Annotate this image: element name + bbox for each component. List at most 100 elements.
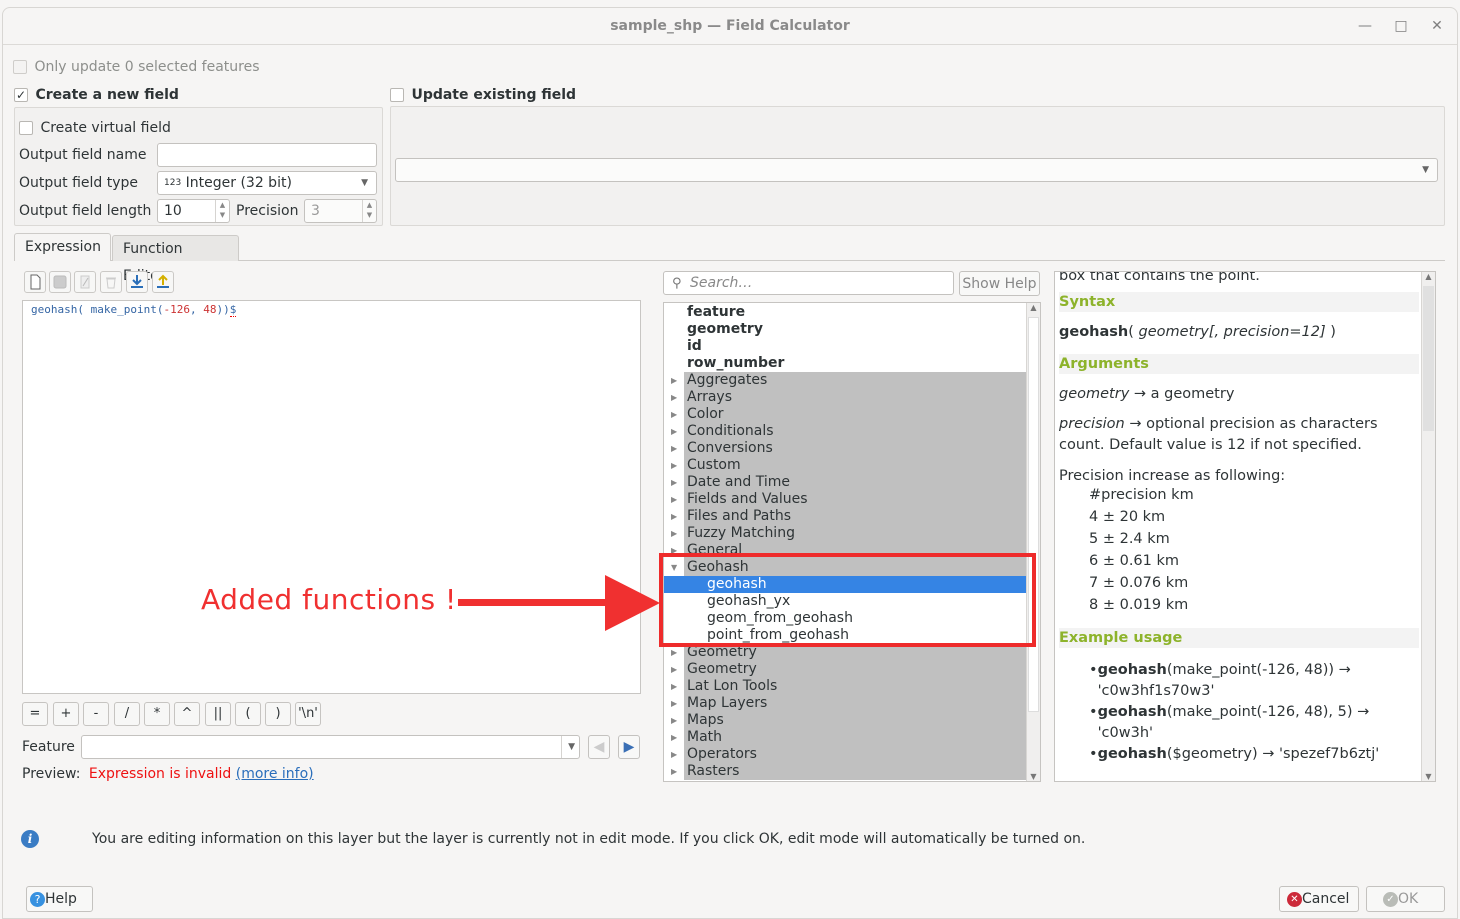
help-syntax-heading: Syntax	[1059, 292, 1419, 312]
show-help-button[interactable]: Show Help	[959, 271, 1040, 296]
tree-item-id[interactable]: id	[664, 338, 1027, 355]
tree-group[interactable]: ▶ Files and Paths	[664, 508, 1027, 525]
maximize-button[interactable]: □	[1391, 16, 1411, 36]
expand-right-icon[interactable]: ▶	[671, 729, 677, 746]
operator-button-newline[interactable]: '\n'	[295, 702, 321, 726]
tab-expression[interactable]: Expression	[14, 233, 111, 261]
operator-button-close-paren[interactable]: )	[265, 702, 291, 726]
precision-spinbox[interactable]: 3 ▲ ▼	[304, 199, 377, 223]
expand-right-icon[interactable]: ▶	[671, 525, 677, 542]
expand-right-icon[interactable]: ▶	[671, 763, 677, 780]
create-virtual-checkbox[interactable]	[19, 121, 33, 135]
expand-right-icon[interactable]: ▶	[671, 678, 677, 695]
scroll-down-icon[interactable]: ▼	[1027, 772, 1040, 781]
feature-select[interactable]: ▼	[81, 735, 580, 759]
help-precision-intro: Precision increase as following:	[1059, 468, 1286, 484]
tree-group[interactable]: ▶ Math	[664, 729, 1027, 746]
expand-right-icon[interactable]: ▶	[671, 440, 677, 457]
expand-right-icon[interactable]: ▶	[671, 661, 677, 678]
import-button[interactable]	[126, 271, 148, 293]
update-existing-field-checkbox[interactable]	[390, 88, 404, 102]
expand-right-icon[interactable]: ▶	[671, 695, 677, 712]
tree-group[interactable]: ▶ Fields and Values	[664, 491, 1027, 508]
operator-button-divide[interactable]: /	[114, 702, 140, 726]
tree-group[interactable]: ▶ Maps	[664, 712, 1027, 729]
tree-item-geometry[interactable]: geometry	[664, 321, 1027, 338]
operator-button-equals[interactable]: =	[22, 702, 48, 726]
operator-button-minus[interactable]: -	[83, 702, 109, 726]
help-content: box that contains the point. Syntax geoh…	[1059, 272, 1419, 765]
expand-right-icon[interactable]: ▶	[671, 457, 677, 474]
tree-group[interactable]: ▶ Geometry	[664, 661, 1027, 678]
help-button[interactable]: ? Help	[26, 886, 93, 912]
expand-right-icon[interactable]: ▶	[671, 712, 677, 729]
tree-item-row-number[interactable]: row_number	[664, 355, 1027, 372]
tab-function-editor[interactable]: Function Editor	[112, 235, 239, 284]
tree-item-label: Rasters	[687, 763, 740, 779]
create-virtual-row[interactable]: Create virtual field	[19, 120, 171, 136]
expand-right-icon[interactable]: ▶	[671, 423, 677, 440]
operator-button-concat[interactable]: ||	[205, 702, 231, 726]
cancel-button[interactable]: ✕ Cancel	[1279, 886, 1359, 912]
update-existing-field-row[interactable]: Update existing field	[390, 87, 576, 103]
create-new-field-row[interactable]: ✓ Create a new field	[14, 87, 179, 103]
function-search-input[interactable]: ⚲ Search…	[663, 271, 954, 295]
tree-group[interactable]: ▶ Color	[664, 406, 1027, 423]
tree-group[interactable]: ▶ Arrays	[664, 389, 1027, 406]
only-update-selected-checkbox[interactable]	[13, 60, 27, 74]
existing-field-select[interactable]: ▼	[395, 158, 1438, 182]
operator-button-plus[interactable]: +	[53, 702, 79, 726]
help-scrollbar[interactable]: ▲ ▼	[1421, 272, 1435, 781]
tree-group[interactable]: ▶ Lat Lon Tools	[664, 678, 1027, 695]
expand-right-icon[interactable]: ▶	[671, 372, 677, 389]
scroll-up-icon[interactable]: ▲	[1027, 303, 1040, 312]
scroll-thumb[interactable]	[1423, 286, 1434, 431]
tree-item-feature[interactable]: feature	[664, 304, 1027, 321]
output-name-input[interactable]	[157, 143, 377, 167]
previous-feature-button[interactable]: ◀	[588, 735, 610, 759]
tree-group[interactable]: ▶ Fuzzy Matching	[664, 525, 1027, 542]
expand-right-icon[interactable]: ▶	[671, 389, 677, 406]
function-tree[interactable]: ▶ Rasters ▶ Operators ▶ Math ▶ Maps ▶ Map Layers ▶…	[663, 302, 1041, 782]
search-icon: ⚲	[672, 276, 682, 291]
output-length-value: 10	[164, 203, 182, 219]
delete-button[interactable]	[100, 271, 122, 293]
only-update-selected-row[interactable]: Only update 0 selected features	[13, 59, 260, 75]
expand-right-icon[interactable]: ▶	[671, 491, 677, 508]
operator-button-open-paren[interactable]: (	[235, 702, 261, 726]
output-type-select[interactable]: 123 Integer (32 bit) ▼	[157, 171, 377, 195]
operator-button-power[interactable]: ^	[174, 702, 200, 726]
export-button[interactable]	[152, 271, 174, 293]
close-button[interactable]: ✕	[1427, 16, 1447, 36]
expand-right-icon[interactable]: ▶	[671, 474, 677, 491]
scroll-thumb[interactable]	[1028, 317, 1039, 712]
spin-arrows-icon[interactable]: ▲ ▼	[362, 200, 376, 222]
tree-group[interactable]: ▶ Conditionals	[664, 423, 1027, 440]
tree-group[interactable]: ▶ Map Layers	[664, 695, 1027, 712]
expand-right-icon[interactable]: ▶	[671, 406, 677, 423]
next-feature-button[interactable]: ▶	[618, 735, 640, 759]
tree-group[interactable]: ▶ Conversions	[664, 440, 1027, 457]
tree-group[interactable]: ▶ Aggregates	[664, 372, 1027, 389]
create-new-field-checkbox[interactable]: ✓	[14, 88, 28, 102]
spin-arrows-icon[interactable]: ▲ ▼	[215, 200, 229, 222]
edit-button[interactable]	[74, 271, 96, 293]
scroll-down-icon[interactable]: ▼	[1422, 772, 1435, 781]
tree-group[interactable]: ▶ Custom	[664, 457, 1027, 474]
scroll-up-icon[interactable]: ▲	[1422, 272, 1435, 281]
more-info-link[interactable]: (more info)	[236, 766, 314, 782]
output-length-spinbox[interactable]: 10 ▲ ▼	[157, 199, 230, 223]
expand-right-icon[interactable]: ▶	[671, 508, 677, 525]
tree-scrollbar[interactable]: ▲ ▼	[1026, 303, 1040, 781]
triangle-right-icon: ▶	[623, 739, 635, 755]
ok-button[interactable]: ✓ OK	[1366, 886, 1445, 912]
save-button[interactable]	[49, 271, 71, 293]
output-length-label: Output field length	[19, 203, 152, 219]
tree-group[interactable]: ▶ Rasters	[664, 763, 1027, 780]
operator-button-multiply[interactable]: *	[144, 702, 170, 726]
expand-right-icon[interactable]: ▶	[671, 746, 677, 763]
new-file-button[interactable]	[24, 271, 46, 293]
tree-group[interactable]: ▶ Date and Time	[664, 474, 1027, 491]
minimize-button[interactable]: —	[1355, 16, 1375, 36]
tree-group[interactable]: ▶ Operators	[664, 746, 1027, 763]
